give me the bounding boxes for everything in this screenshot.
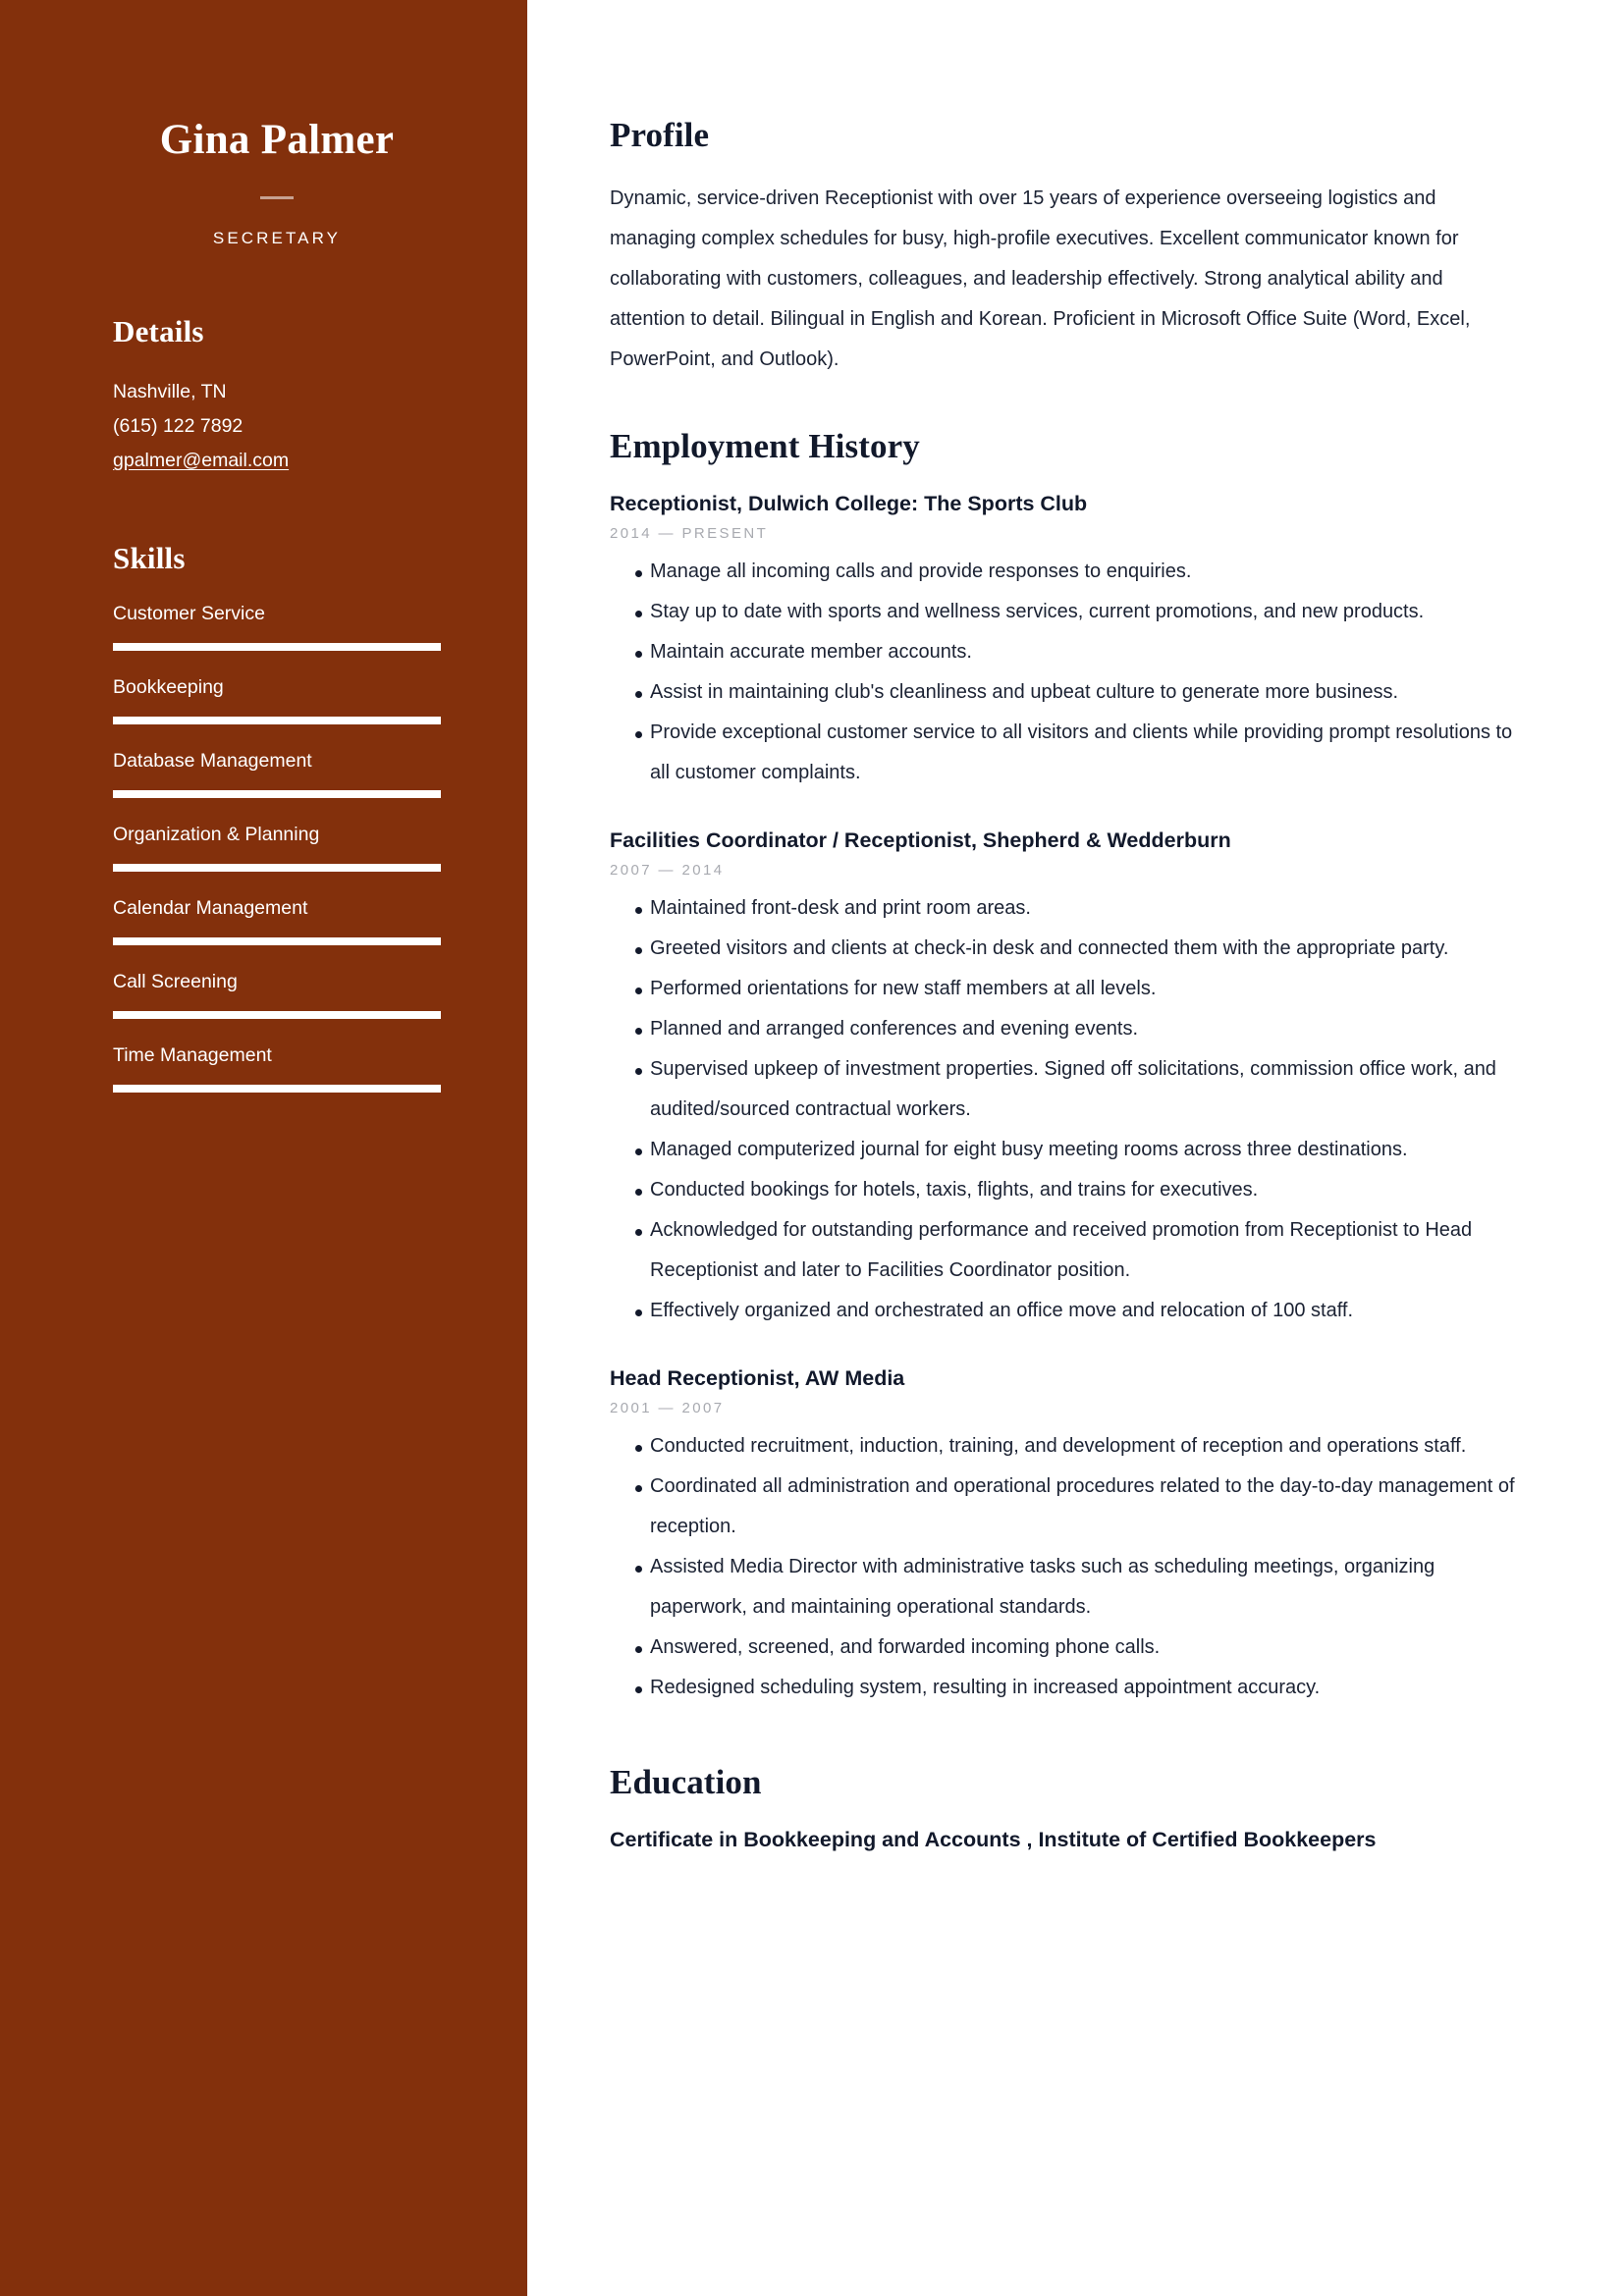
profile-section: Profile Dynamic, service-driven Receptio… <box>610 116 1533 380</box>
jobs-container: Receptionist, Dulwich College: The Sport… <box>610 490 1533 1708</box>
job-responsibility-list: Conducted recruitment, induction, traini… <box>610 1426 1533 1708</box>
job-date-range: 2001 — 2007 <box>610 1400 725 1417</box>
skill-level-bar <box>113 864 441 873</box>
name-divider <box>260 196 294 200</box>
list-item: Conducted bookings for hotels, taxis, fl… <box>610 1170 1533 1210</box>
resume-page: Gina Palmer SECRETARY Details Nashville,… <box>0 0 1624 2296</box>
skills-heading: Skills <box>113 541 186 576</box>
list-item: Assisted Media Director with administrat… <box>610 1547 1533 1628</box>
skill-label: Organization & Planning <box>113 824 320 846</box>
details-section: Details Nashville, TN (615) 122 7892 gpalm… <box>113 314 441 478</box>
skill-label: Call Screening <box>113 971 238 993</box>
skill-level-bar <box>113 937 441 946</box>
profile-text: Dynamic, service-driven Receptionist wit… <box>610 187 1471 370</box>
job-responsibility-list: Maintained front-desk and print room are… <box>610 888 1533 1331</box>
list-item: Stay up to date with sports and wellness… <box>610 592 1533 632</box>
details-list: Nashville, TN (615) 122 7892 gpalmer@email… <box>113 375 441 478</box>
profile-heading: Profile <box>610 116 710 154</box>
list-item: Maintain accurate member accounts. <box>610 632 1533 672</box>
details-heading: Details <box>113 314 204 349</box>
job-title-subtitle: SECRETARY <box>212 229 342 248</box>
skill-level-fill <box>113 937 441 946</box>
skill-level-bar <box>113 1085 441 1094</box>
skill-level-bar <box>113 1011 441 1020</box>
employment-heading: Employment History <box>610 427 920 465</box>
list-item: Greeted visitors and clients at check-in… <box>610 929 1533 969</box>
list-item: Acknowledged for outstanding performance… <box>610 1210 1533 1291</box>
education-entry: Certificate in Bookkeeping and Accounts … <box>610 1828 1377 1852</box>
skill-item: Time Management <box>113 1041 441 1094</box>
detail-email-link[interactable]: gpalmer@email.com <box>113 444 441 478</box>
skill-level-fill <box>113 643 441 652</box>
education-heading: Education <box>610 1763 762 1802</box>
skill-level-bar <box>113 790 441 799</box>
list-item: Manage all incoming calls and provide re… <box>610 552 1533 592</box>
list-item: Provide exceptional customer service to … <box>610 713 1533 793</box>
skill-level-fill <box>113 790 441 799</box>
skill-level-fill <box>113 1011 441 1020</box>
skill-item: Bookkeeping <box>113 673 441 725</box>
skill-label: Customer Service <box>113 603 265 625</box>
page-title: Gina Palmer <box>159 117 395 163</box>
employment-section: Employment History Receptionist, Dulwich… <box>610 427 1533 1708</box>
list-item: Coordinated all administration and opera… <box>610 1467 1533 1547</box>
job-entry: Facilities Coordinator / Receptionist, S… <box>610 827 1533 1331</box>
skill-label: Time Management <box>113 1044 272 1067</box>
detail-line: Nashville, TN <box>113 381 227 403</box>
list-item: Redesigned scheduling system, resulting … <box>610 1668 1533 1708</box>
skill-level-fill <box>113 717 441 725</box>
job-date-range: 2014 — PRESENT <box>610 525 769 543</box>
job-entry: Receptionist, Dulwich College: The Sport… <box>610 490 1533 793</box>
skill-item: Call Screening <box>113 968 441 1020</box>
list-item: Answered, screened, and forwarded incomi… <box>610 1628 1533 1668</box>
job-title: Facilities Coordinator / Receptionist, S… <box>610 828 1231 853</box>
job-entry: Head Receptionist, AW Media 2001 — 2007 Co… <box>610 1364 1533 1708</box>
skill-label: Database Management <box>113 750 312 773</box>
job-title: Head Receptionist, AW Media <box>610 1366 905 1391</box>
skills-section: Skills Customer Service Bookkeeping Databa… <box>113 541 441 1094</box>
list-item: Assist in maintaining club's cleanliness… <box>610 672 1533 713</box>
list-item: Conducted recruitment, induction, traini… <box>610 1426 1533 1467</box>
main-content: Profile Dynamic, service-driven Receptio… <box>527 0 1624 2296</box>
skill-item: Database Management <box>113 747 441 799</box>
skill-item: Customer Service <box>113 600 441 652</box>
list-item: Planned and arranged conferences and eve… <box>610 1009 1533 1049</box>
skill-item: Calendar Management <box>113 894 441 946</box>
list-item: Performed orientations for new staff mem… <box>610 969 1533 1009</box>
skill-level-bar <box>113 643 441 652</box>
skill-label: Bookkeeping <box>113 676 224 699</box>
sidebar: Gina Palmer SECRETARY Details Nashville,… <box>0 0 527 2296</box>
job-title: Receptionist, Dulwich College: The Sport… <box>610 492 1088 515</box>
education-list: Certificate in Bookkeeping and Accounts … <box>610 1826 1533 1854</box>
list-item: Maintained front-desk and print room are… <box>610 888 1533 929</box>
list-item: Supervised upkeep of investment properti… <box>610 1049 1533 1130</box>
skill-label: Calendar Management <box>113 897 308 920</box>
skill-item: Organization & Planning <box>113 821 441 873</box>
job-date-range: 2007 — 2014 <box>610 862 725 880</box>
detail-line: (615) 122 7892 <box>113 415 244 438</box>
skills-list: Customer Service Bookkeeping Database Mana… <box>113 600 441 1094</box>
skill-level-bar <box>113 717 441 725</box>
list-item: Managed computerized journal for eight b… <box>610 1130 1533 1170</box>
skill-level-fill <box>113 864 441 873</box>
list-item: Effectively organized and orchestrated a… <box>610 1291 1533 1331</box>
education-section: Education Certificate in Bookkeeping and… <box>610 1763 1533 1854</box>
job-responsibility-list: Manage all incoming calls and provide re… <box>610 552 1533 793</box>
skill-level-fill <box>113 1085 441 1094</box>
